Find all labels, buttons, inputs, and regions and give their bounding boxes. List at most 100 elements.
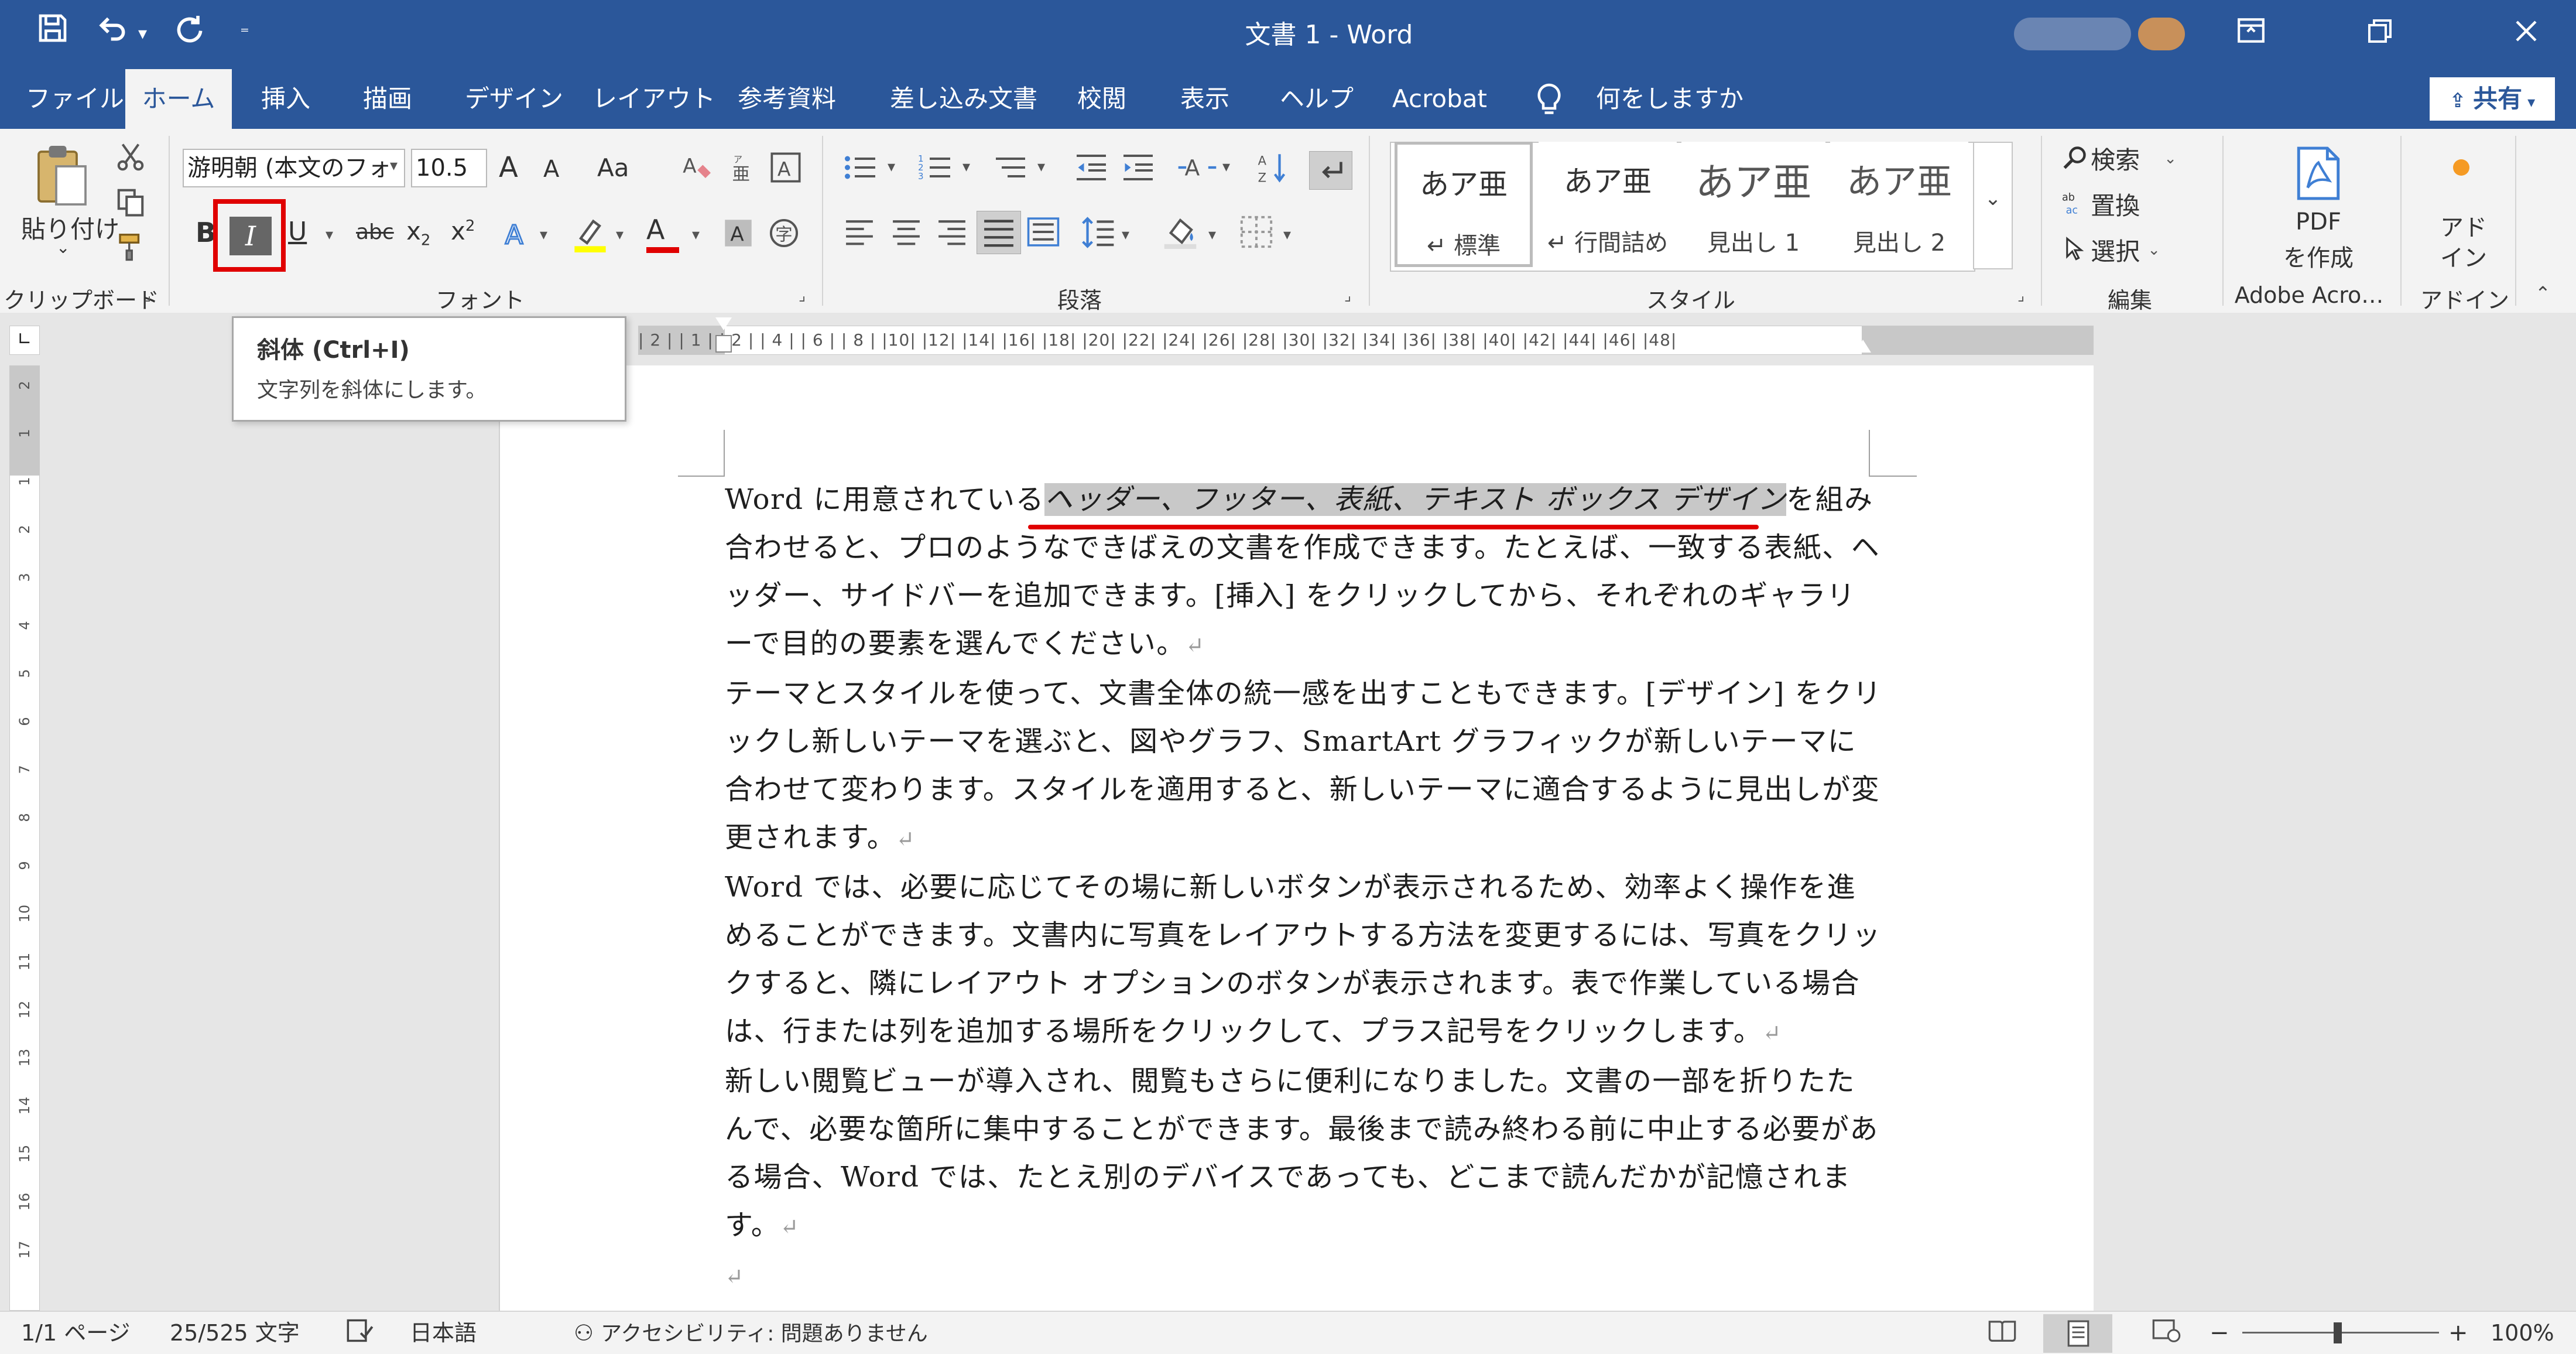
enclose-characters-icon[interactable]: 字	[768, 217, 800, 252]
tab-references[interactable]: 参考資料	[722, 69, 851, 129]
hanging-indent-marker[interactable]	[715, 335, 732, 353]
account-name[interactable]	[2014, 18, 2131, 50]
style-no-spacing[interactable]: あア亜 ↵ 行間詰め	[1539, 142, 1677, 267]
align-left-icon[interactable]	[843, 217, 876, 249]
accessibility-checker[interactable]: ⚇ アクセシビリティ: 問題ありません	[574, 1318, 928, 1349]
addin-label-2[interactable]: イン	[2440, 239, 2487, 273]
tab-draw[interactable]: 描画	[348, 69, 427, 129]
web-layout-icon[interactable]	[2151, 1318, 2181, 1351]
chevron-down-icon[interactable]: ▾	[692, 226, 700, 244]
underline-button[interactable]: U	[288, 217, 307, 247]
tab-help[interactable]: ヘルプ	[1265, 69, 1369, 129]
chevron-down-icon[interactable]: ▾	[1037, 158, 1045, 176]
chevron-down-icon[interactable]: ▾	[962, 158, 970, 176]
replace-button[interactable]: ab ac 置換	[2062, 186, 2140, 222]
font-name-combo[interactable]: 游明朝 (本文のフォ	[183, 149, 405, 187]
undo-dropdown-icon[interactable]: ▾	[138, 11, 147, 57]
styles-more-icon[interactable]: ⌄	[1973, 142, 2013, 269]
subscript-button[interactable]: x2	[406, 217, 430, 249]
font-size-combo[interactable]: 10.5	[411, 149, 487, 187]
sort-icon[interactable]: AZ	[1258, 151, 1289, 187]
paste-button-label[interactable]: 貼り付け	[21, 210, 119, 245]
copy-icon[interactable]	[115, 186, 146, 220]
create-pdf-label-1[interactable]: PDF	[2295, 208, 2342, 235]
paragraph-1[interactable]: Word に用意されているヘッダー、フッター、表紙、テキスト ボックス デザイン…	[725, 476, 1884, 669]
chevron-down-icon[interactable]: ▾	[888, 158, 895, 176]
style-heading-2[interactable]: あア亜 見出し 2	[1830, 142, 1968, 267]
justify-icon[interactable]	[977, 211, 1021, 254]
document-body[interactable]: Word に用意されているヘッダー、フッター、表紙、テキスト ボックス デザイン…	[725, 476, 1884, 1301]
asian-layout-icon[interactable]: A	[1177, 151, 1218, 186]
first-line-indent-marker[interactable]	[715, 317, 732, 330]
paragraph-launcher-icon[interactable]: ⌟	[1344, 287, 1351, 305]
borders-icon[interactable]	[1240, 216, 1273, 251]
language-indicator[interactable]: 日本語	[410, 1318, 477, 1348]
addin-icon[interactable]	[2453, 159, 2469, 176]
chevron-down-icon[interactable]: ▾	[1283, 226, 1291, 244]
create-pdf-label-2[interactable]: を作成	[2283, 239, 2354, 273]
paragraph-2[interactable]: テーマとスタイルを使って、文書全体の統一感を出すこともできます。[デザイン] を…	[725, 669, 1884, 863]
tab-file[interactable]: ファイル	[11, 69, 139, 129]
paragraph-4[interactable]: 新しい閲覧ビューが導入され、閲覧もさらに便利になりました。文書の一部を折りたたん…	[725, 1057, 1884, 1251]
paragraph-5[interactable]: ↵	[725, 1251, 1884, 1301]
right-indent-marker[interactable]	[1855, 340, 1871, 353]
ribbon-display-options-icon[interactable]	[2219, 11, 2283, 57]
chevron-down-icon[interactable]: ▾	[326, 226, 333, 244]
page-count[interactable]: 1/1 ページ	[21, 1318, 130, 1348]
tell-me-search[interactable]: 何をしますか	[1581, 69, 1759, 129]
shading-icon[interactable]	[1163, 213, 1198, 252]
tab-review[interactable]: 校閲	[1062, 69, 1142, 129]
save-icon[interactable]	[36, 11, 69, 57]
italic-button[interactable]: I	[229, 217, 272, 255]
chevron-down-icon[interactable]: ▾	[390, 157, 398, 175]
grow-font-button[interactable]: A	[499, 151, 518, 184]
character-border-icon[interactable]: A	[770, 152, 801, 185]
font-color-button[interactable]: A	[646, 213, 679, 253]
clipboard-launcher-icon[interactable]: ⌟	[144, 287, 151, 305]
chevron-down-icon[interactable]: ▾	[1208, 226, 1216, 244]
clear-formatting-icon[interactable]: A	[681, 151, 711, 186]
character-shading-icon[interactable]: A	[724, 217, 753, 252]
tab-home[interactable]: ホーム	[125, 69, 232, 129]
read-mode-icon[interactable]	[1987, 1318, 2017, 1351]
tab-view[interactable]: 表示	[1165, 69, 1245, 129]
tab-design[interactable]: デザイン	[450, 69, 578, 129]
zoom-slider-thumb[interactable]	[2334, 1322, 2342, 1343]
chevron-down-icon[interactable]: ▾	[540, 226, 547, 244]
redo-icon[interactable]	[173, 11, 206, 57]
tab-acrobat[interactable]: Acrobat	[1377, 69, 1502, 129]
align-center-icon[interactable]	[890, 217, 923, 249]
numbering-icon[interactable]: 123	[918, 152, 953, 185]
decrease-indent-icon[interactable]	[1074, 152, 1109, 185]
zoom-out-button[interactable]: −	[2210, 1318, 2229, 1348]
show-paragraph-marks-icon[interactable]	[1309, 151, 1352, 190]
chevron-down-icon[interactable]: ▾	[1222, 158, 1230, 176]
avatar[interactable]	[2138, 18, 2185, 50]
selected-text[interactable]: ヘッダー、フッター、表紙、テキスト ボックス デザイン	[1044, 483, 1787, 516]
styles-launcher-icon[interactable]: ⌟	[2017, 287, 2025, 305]
change-case-button[interactable]: Aa	[597, 153, 629, 182]
tab-mailings[interactable]: 差し込み文書	[875, 69, 1053, 129]
text-effects-icon[interactable]: A	[502, 217, 533, 254]
zoom-in-button[interactable]: +	[2448, 1318, 2468, 1348]
font-launcher-icon[interactable]: ⌟	[799, 287, 806, 305]
chevron-down-icon[interactable]: ▾	[1122, 226, 1129, 244]
line-spacing-icon[interactable]	[1081, 216, 1116, 252]
collapse-ribbon-icon[interactable]: ⌃	[2535, 282, 2551, 305]
find-button[interactable]: 検索 ⌄	[2062, 141, 2177, 176]
tab-selector-icon[interactable]: ∟	[9, 326, 40, 355]
shrink-font-button[interactable]: A	[543, 156, 559, 183]
print-layout-button[interactable]	[2043, 1314, 2112, 1353]
paste-dropdown-icon[interactable]: ⌄	[56, 238, 70, 257]
format-painter-icon[interactable]	[115, 231, 146, 265]
undo-icon[interactable]	[95, 11, 130, 57]
cut-icon[interactable]	[115, 142, 146, 176]
paragraph-3[interactable]: Word では、必要に応じてその場に新しいボタンが表示されるため、効率よく操作を…	[725, 863, 1884, 1057]
chevron-down-icon[interactable]: ▾	[616, 226, 624, 244]
word-count[interactable]: 25/525 文字	[170, 1318, 300, 1348]
phonetic-guide-icon[interactable]: ア亜	[728, 152, 756, 185]
zoom-level[interactable]: 100%	[2491, 1318, 2554, 1348]
distributed-icon[interactable]	[1027, 217, 1060, 249]
multilevel-list-icon[interactable]	[993, 152, 1028, 185]
increase-indent-icon[interactable]	[1121, 152, 1156, 185]
